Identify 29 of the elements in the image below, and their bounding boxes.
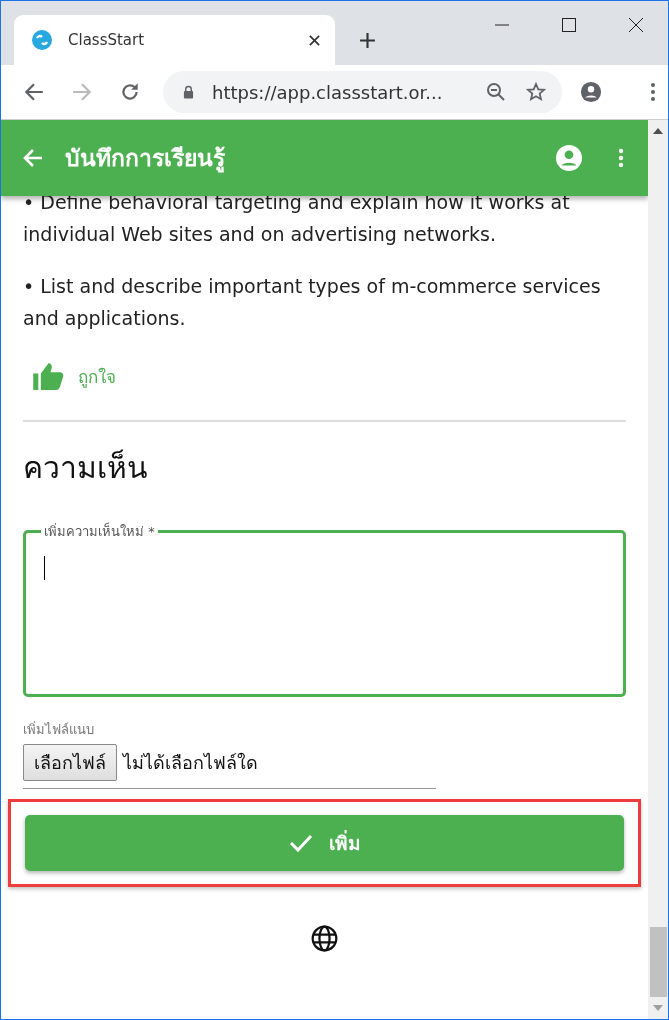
attachment-label: เพิ่มไฟล์แนบ — [23, 720, 95, 739]
globe-icon[interactable] — [311, 925, 338, 952]
section-heading: ความเห็น — [23, 448, 149, 487]
close-icon[interactable] — [628, 17, 644, 33]
star-icon[interactable] — [526, 82, 546, 102]
check-icon — [288, 834, 313, 852]
maximize-icon[interactable] — [561, 17, 577, 33]
more-icon[interactable] — [618, 147, 624, 169]
close-icon[interactable] — [308, 33, 321, 47]
text-cursor — [44, 556, 45, 580]
account-icon[interactable] — [556, 145, 582, 171]
reload-icon[interactable] — [119, 81, 141, 103]
profile-icon[interactable] — [580, 81, 602, 103]
lock-icon — [183, 85, 194, 99]
menu-icon[interactable] — [650, 82, 656, 102]
scroll-thumb[interactable] — [649, 927, 667, 997]
address-bar[interactable]: https://app.classstart.or... — [163, 71, 562, 113]
objective-text: • List and describe important types of m-commerce services and applications. — [23, 274, 602, 331]
url-text: https://app.classstart.or... — [212, 81, 444, 103]
file-status-text: ไม่ได้เลือกไฟล์ใด — [123, 751, 258, 775]
new-tab-icon[interactable] — [359, 32, 376, 49]
app-title: บันทึกการเรียนรู้ — [65, 144, 226, 175]
choose-file-button[interactable]: เลือกไฟล์ — [23, 744, 117, 781]
thumbs-up-icon[interactable] — [33, 362, 64, 390]
zoom-out-icon[interactable] — [486, 82, 506, 102]
site-logo-icon — [32, 30, 52, 50]
scroll-up-icon[interactable] — [653, 128, 663, 134]
back-icon[interactable] — [23, 81, 45, 103]
comment-field[interactable]: เพิ่มความเห็นใหม่ * — [23, 521, 626, 697]
